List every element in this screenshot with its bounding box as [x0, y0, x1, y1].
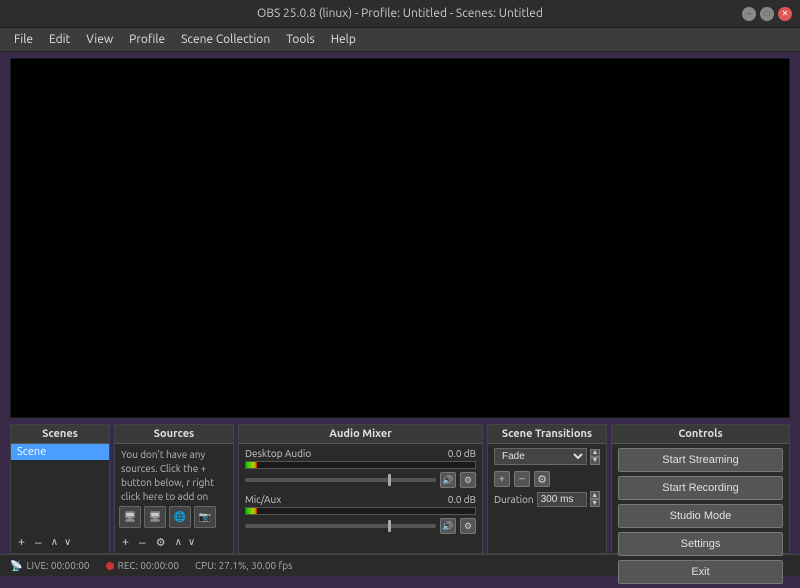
sources-header: Sources [115, 425, 233, 444]
transition-select[interactable]: Fade Cut Swipe Slide [494, 448, 587, 465]
transition-add-row: + – ⚙ [494, 471, 600, 487]
scenes-header: Scenes [11, 425, 109, 444]
live-status: 📡 LIVE: 00:00:00 [10, 560, 90, 572]
desktop-audio-fader-row: 🔊 ⚙ [245, 472, 476, 488]
source-down-button[interactable]: ∨ [186, 536, 197, 549]
sources-empty-text: You don't have any sources. Click the + … [115, 444, 233, 503]
transition-arrows: ▲ ▼ [590, 449, 600, 465]
duration-label: Duration [494, 494, 534, 505]
desktop-audio-mute-button[interactable]: 🔊 [440, 472, 456, 488]
audio-channel-mic: Mic/Aux 0.0 dB 🔊 ⚙ [245, 494, 476, 534]
cpu-status: CPU: 27.1%, 30.00 fps [195, 560, 292, 571]
minimize-button[interactable]: – [742, 7, 756, 21]
controls-header: Controls [612, 425, 789, 444]
menu-item-edit[interactable]: Edit [41, 31, 78, 48]
sources-icons: 🖥 🖥 🌐 📷 [115, 503, 233, 531]
transition-remove-button[interactable]: – [514, 471, 530, 487]
mic-audio-meter [245, 507, 476, 515]
scene-add-button[interactable]: + [15, 534, 28, 550]
audio-mixer-panel: Audio Mixer Desktop Audio 0.0 dB 🔊 ⚙ [238, 424, 483, 554]
duration-up-arrow[interactable]: ▲ [590, 491, 600, 499]
scene-transitions-panel: Scene Transitions Fade Cut Swipe Slide ▲… [487, 424, 607, 554]
audio-channel-desktop: Desktop Audio 0.0 dB 🔊 ⚙ [245, 448, 476, 488]
desktop-audio-meter [245, 461, 476, 469]
exit-button[interactable]: Exit [618, 560, 783, 584]
sources-footer: + – ⚙ ∧ ∨ [115, 531, 233, 553]
menu-item-file[interactable]: File [6, 31, 41, 48]
desktop-audio-meter-bar [246, 462, 257, 468]
duration-arrows: ▲ ▼ [590, 491, 600, 507]
live-label: LIVE: 00:00:00 [26, 560, 89, 571]
menu-item-profile[interactable]: Profile [121, 31, 173, 48]
controls-buttons: Start Streaming Start Recording Studio M… [612, 444, 789, 588]
source-add-button[interactable]: + [119, 534, 132, 550]
transition-select-row: Fade Cut Swipe Slide ▲ ▼ [494, 448, 600, 465]
sources-panel: Sources You don't have any sources. Clic… [114, 424, 234, 554]
controls-panel: Controls Start Streaming Start Recording… [611, 424, 790, 554]
source-icon-camera: 📷 [194, 506, 216, 528]
mic-audio-mute-button[interactable]: 🔊 [440, 518, 456, 534]
source-icon-browser: 🌐 [169, 506, 191, 528]
start-recording-button[interactable]: Start Recording [618, 476, 783, 500]
mic-audio-fader-row: 🔊 ⚙ [245, 518, 476, 534]
rec-status: REC: 00:00:00 [106, 560, 179, 571]
cpu-label: CPU: 27.1%, 30.00 fps [195, 560, 292, 571]
titlebar-controls: – □ ✕ [742, 7, 792, 21]
menu-item-help[interactable]: Help [323, 31, 364, 48]
source-remove-button[interactable]: – [136, 534, 149, 550]
scene-reorder-buttons: ∧ ∨ [49, 536, 74, 549]
transition-add-button[interactable]: + [494, 471, 510, 487]
rec-label: REC: 00:00:00 [118, 560, 179, 571]
source-config-button[interactable]: ⚙ [153, 535, 169, 550]
settings-button[interactable]: Settings [618, 532, 783, 556]
bottom-panel: Scenes Scene + – ∧ ∨ Sources You don't h… [10, 424, 790, 554]
duration-input[interactable] [537, 492, 587, 507]
source-reorder-buttons: ∧ ∨ [173, 536, 198, 549]
source-icon-display: 🖥 [119, 506, 141, 528]
desktop-audio-label: Desktop Audio [245, 448, 311, 459]
scene-transitions-header: Scene Transitions [488, 425, 606, 444]
titlebar-title: OBS 25.0.8 (linux) - Profile: Untitled -… [58, 7, 742, 20]
mic-audio-config-button[interactable]: ⚙ [460, 518, 476, 534]
scenes-footer: + – ∧ ∨ [11, 531, 109, 553]
scenes-panel: Scenes Scene + – ∧ ∨ [10, 424, 110, 554]
desktop-audio-config-button[interactable]: ⚙ [460, 472, 476, 488]
audio-channels: Desktop Audio 0.0 dB 🔊 ⚙ Mic/Aux [239, 444, 482, 553]
mic-audio-meter-bar [246, 508, 257, 514]
transition-config-button[interactable]: ⚙ [534, 471, 550, 487]
menu-item-scene-collection[interactable]: Scene Collection [173, 31, 278, 48]
scene-remove-button[interactable]: – [32, 534, 45, 550]
desktop-audio-fader[interactable] [245, 478, 436, 482]
preview-canvas [10, 58, 790, 418]
duration-down-arrow[interactable]: ▼ [590, 499, 600, 507]
mic-audio-label: Mic/Aux [245, 494, 281, 505]
desktop-audio-db: 0.0 dB [448, 448, 476, 459]
mic-audio-fader-thumb [388, 520, 391, 532]
audio-mixer-header: Audio Mixer [239, 425, 482, 444]
scene-item[interactable]: Scene [11, 444, 109, 460]
scene-down-button[interactable]: ∨ [62, 536, 73, 549]
transitions-content: Fade Cut Swipe Slide ▲ ▼ + – ⚙ Duration [488, 444, 606, 553]
start-streaming-button[interactable]: Start Streaming [618, 448, 783, 472]
menubar: FileEditViewProfileScene CollectionTools… [0, 28, 800, 52]
menu-item-view[interactable]: View [78, 31, 121, 48]
transition-down-arrow[interactable]: ▼ [590, 457, 600, 465]
desktop-audio-fader-thumb [388, 474, 391, 486]
close-button[interactable]: ✕ [778, 7, 792, 21]
duration-row: Duration ▲ ▼ [494, 491, 600, 507]
live-icon: 📡 [10, 560, 22, 572]
source-icon-window: 🖥 [144, 506, 166, 528]
source-up-button[interactable]: ∧ [173, 536, 184, 549]
mic-audio-db: 0.0 dB [448, 494, 476, 505]
maximize-button[interactable]: □ [760, 7, 774, 21]
studio-mode-button[interactable]: Studio Mode [618, 504, 783, 528]
menu-item-tools[interactable]: Tools [278, 31, 323, 48]
titlebar: OBS 25.0.8 (linux) - Profile: Untitled -… [0, 0, 800, 28]
mic-audio-fader[interactable] [245, 524, 436, 528]
scene-up-button[interactable]: ∧ [49, 536, 60, 549]
rec-dot [106, 562, 114, 570]
